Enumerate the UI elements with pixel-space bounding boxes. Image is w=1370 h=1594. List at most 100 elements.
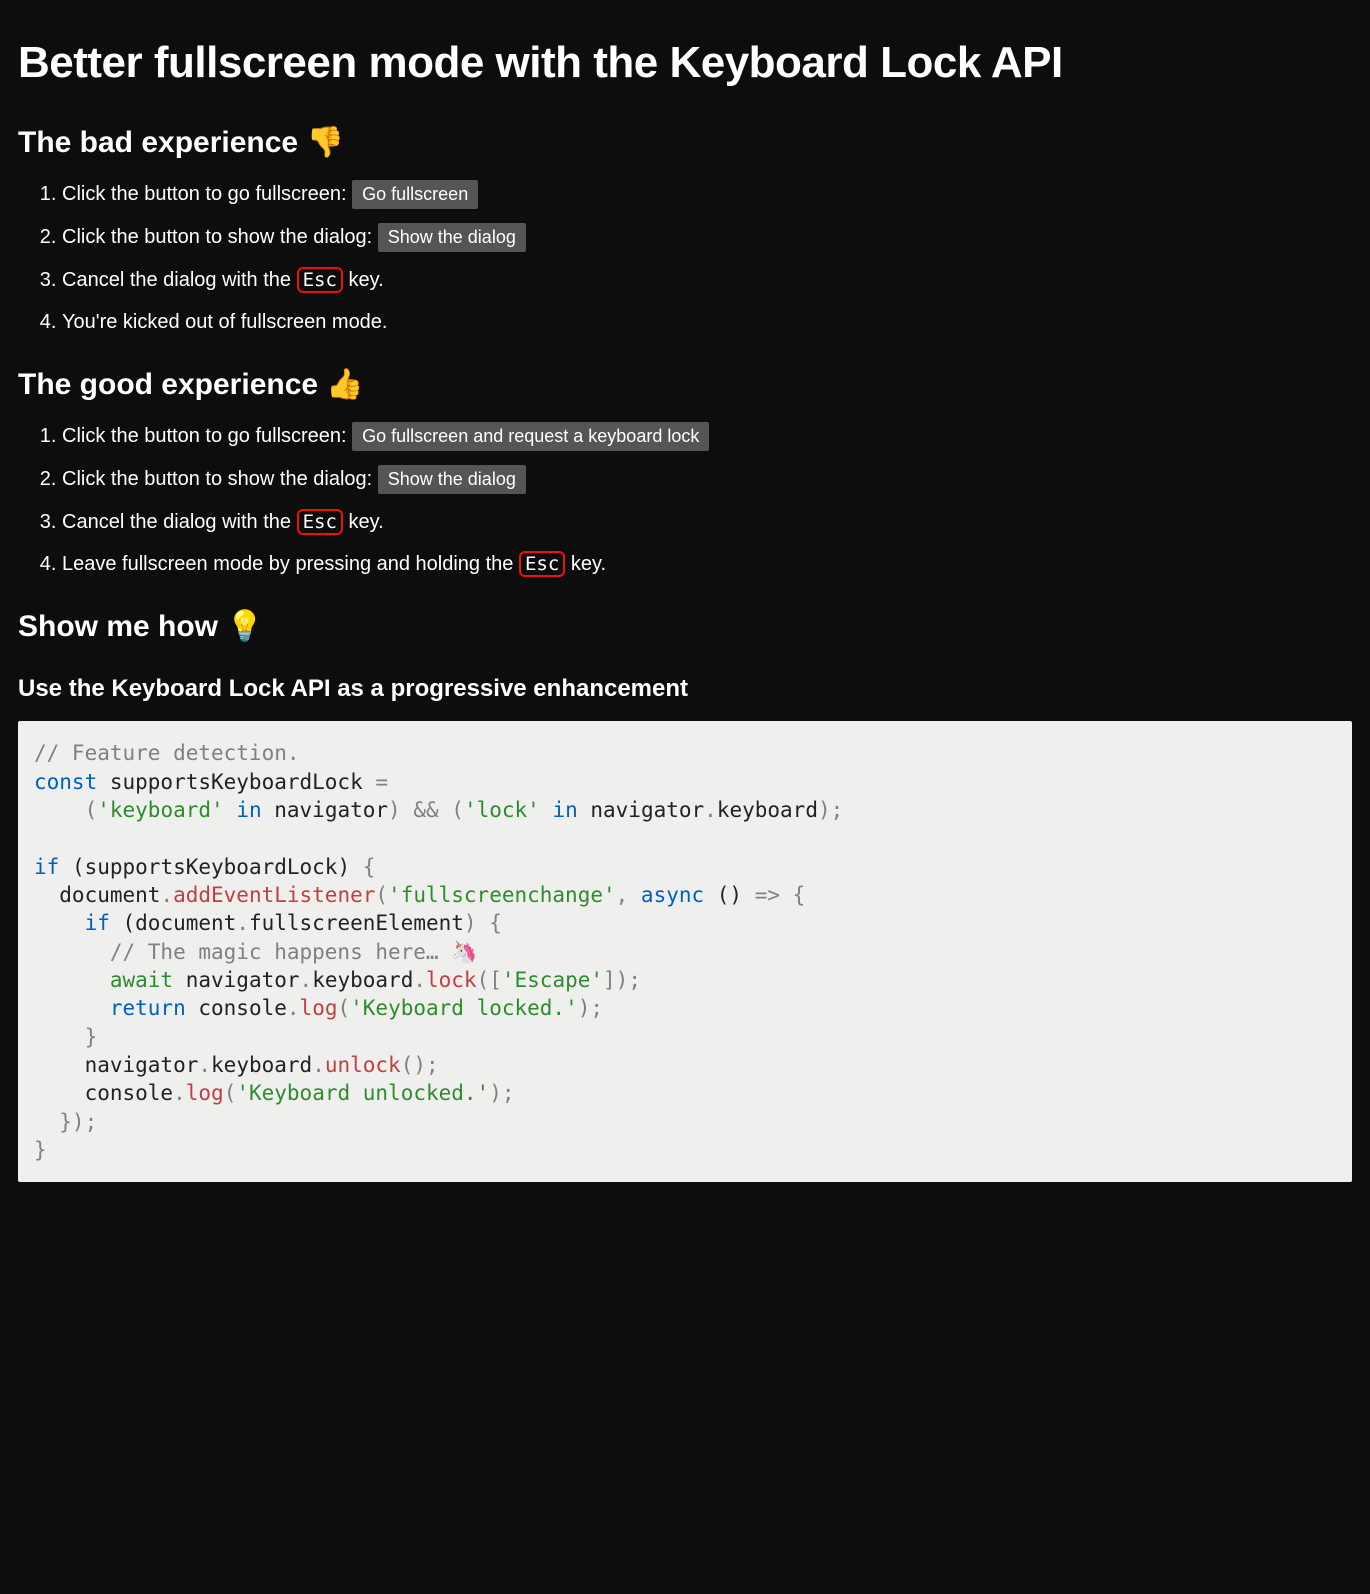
step-text: Cancel the dialog with the <box>62 269 297 291</box>
code-token: await <box>110 968 173 992</box>
code-token <box>186 996 199 1020</box>
code-token: ) { <box>464 911 502 935</box>
progressive-enhancement-heading: Use the Keyboard Lock API as a progressi… <box>18 672 1352 706</box>
code-token: 'lock' <box>464 798 540 822</box>
code-token: (supportsKeyboardLock) <box>59 855 362 879</box>
code-token: ); <box>578 996 603 1020</box>
code-token: addEventListener <box>173 883 375 907</box>
page-title: Better fullscreen mode with the Keyboard… <box>18 32 1352 94</box>
code-token: 'Keyboard unlocked.' <box>236 1081 489 1105</box>
code-token <box>173 968 186 992</box>
code-comment: // Feature detection. <box>34 741 300 765</box>
code-token: ( <box>85 798 98 822</box>
code-token: ( <box>337 996 350 1020</box>
esc-key: Esc <box>519 551 565 578</box>
list-item: Cancel the dialog with the Esc key. <box>62 266 1352 294</box>
code-token: document <box>34 883 160 907</box>
code-token <box>34 940 110 964</box>
list-item: Click the button to go fullscreen: Go fu… <box>62 180 1352 209</box>
code-token: () <box>704 883 755 907</box>
code-token: . <box>287 996 300 1020</box>
code-token: 'fullscreenchange' <box>388 883 616 907</box>
code-token: . <box>312 1053 325 1077</box>
step-text: Click the button to show the dialog: <box>62 468 378 490</box>
code-token: log <box>186 1081 224 1105</box>
code-token: fullscreenElement <box>249 911 464 935</box>
code-token: console <box>198 996 287 1020</box>
step-text: key. <box>343 511 384 533</box>
step-text: key. <box>343 269 384 291</box>
code-block: // Feature detection. const supportsKeyb… <box>18 721 1352 1182</box>
step-text: key. <box>565 553 606 575</box>
code-token: in <box>224 798 275 822</box>
code-token: in <box>540 798 591 822</box>
code-token: { <box>363 855 376 879</box>
step-text: Leave fullscreen mode by pressing and ho… <box>62 553 519 575</box>
show-dialog-button[interactable]: Show the dialog <box>378 465 526 494</box>
code-token: keyboard <box>211 1053 312 1077</box>
code-token <box>34 996 110 1020</box>
code-token: navigator <box>186 968 300 992</box>
code-token: ) <box>388 798 401 822</box>
step-text: You're kicked out of fullscreen mode. <box>62 311 388 333</box>
code-token: keyboard <box>717 798 818 822</box>
list-item: Click the button to show the dialog: Sho… <box>62 223 1352 252</box>
step-text: Click the button to show the dialog: <box>62 226 378 248</box>
code-token <box>34 798 85 822</box>
code-token <box>34 1081 85 1105</box>
step-text: Cancel the dialog with the <box>62 511 297 533</box>
go-fullscreen-button[interactable]: Go fullscreen <box>352 180 478 209</box>
show-me-how-heading: Show me how 💡 <box>18 606 1352 648</box>
good-experience-list: Click the button to go fullscreen: Go fu… <box>18 422 1352 578</box>
code-token: async <box>641 883 704 907</box>
code-token: return <box>110 996 186 1020</box>
code-token: 'Keyboard locked.' <box>350 996 578 1020</box>
esc-key: Esc <box>297 509 343 536</box>
code-token: if <box>85 911 110 935</box>
step-text: Click the button to go fullscreen: <box>62 183 352 205</box>
good-experience-heading: The good experience 👍 <box>18 364 1352 406</box>
code-token: }); <box>34 1110 97 1134</box>
code-token: navigator <box>85 1053 199 1077</box>
show-dialog-button[interactable]: Show the dialog <box>378 223 526 252</box>
list-item: Click the button to go fullscreen: Go fu… <box>62 422 1352 451</box>
code-token: { <box>780 883 805 907</box>
code-token <box>34 911 85 935</box>
code-token: console <box>85 1081 174 1105</box>
code-token: log <box>300 996 338 1020</box>
code-token: . <box>704 798 717 822</box>
code-token: ([ <box>477 968 502 992</box>
code-token: (document <box>110 911 236 935</box>
esc-key: Esc <box>297 267 343 294</box>
code-token: supportsKeyboardLock <box>97 770 375 794</box>
code-token: . <box>236 911 249 935</box>
code-token: ); <box>489 1081 514 1105</box>
code-token: (); <box>401 1053 439 1077</box>
code-token: . <box>413 968 426 992</box>
code-token: unlock <box>325 1053 401 1077</box>
code-token: && <box>401 798 452 822</box>
code-token: } <box>34 1025 97 1049</box>
bad-experience-list: Click the button to go fullscreen: Go fu… <box>18 180 1352 336</box>
code-token: navigator <box>274 798 388 822</box>
code-token: , <box>616 883 641 907</box>
step-text: Click the button to go fullscreen: <box>62 425 352 447</box>
code-token: const <box>34 770 97 794</box>
bad-experience-heading: The bad experience 👎 <box>18 122 1352 164</box>
go-fullscreen-lock-button[interactable]: Go fullscreen and request a keyboard loc… <box>352 422 709 451</box>
list-item: Click the button to show the dialog: Sho… <box>62 465 1352 494</box>
code-comment: // The magic happens here… 🦄 <box>110 940 478 964</box>
code-token: navigator <box>590 798 704 822</box>
code-token: ); <box>818 798 843 822</box>
code-token: 'Escape' <box>502 968 603 992</box>
code-token: } <box>34 1138 47 1162</box>
code-token: if <box>34 855 59 879</box>
list-item: Leave fullscreen mode by pressing and ho… <box>62 550 1352 578</box>
code-token: . <box>300 968 313 992</box>
list-item: You're kicked out of fullscreen mode. <box>62 308 1352 336</box>
code-token: lock <box>426 968 477 992</box>
code-token: ( <box>224 1081 237 1105</box>
code-token <box>34 968 110 992</box>
code-token: ]); <box>603 968 641 992</box>
code-token: keyboard <box>312 968 413 992</box>
